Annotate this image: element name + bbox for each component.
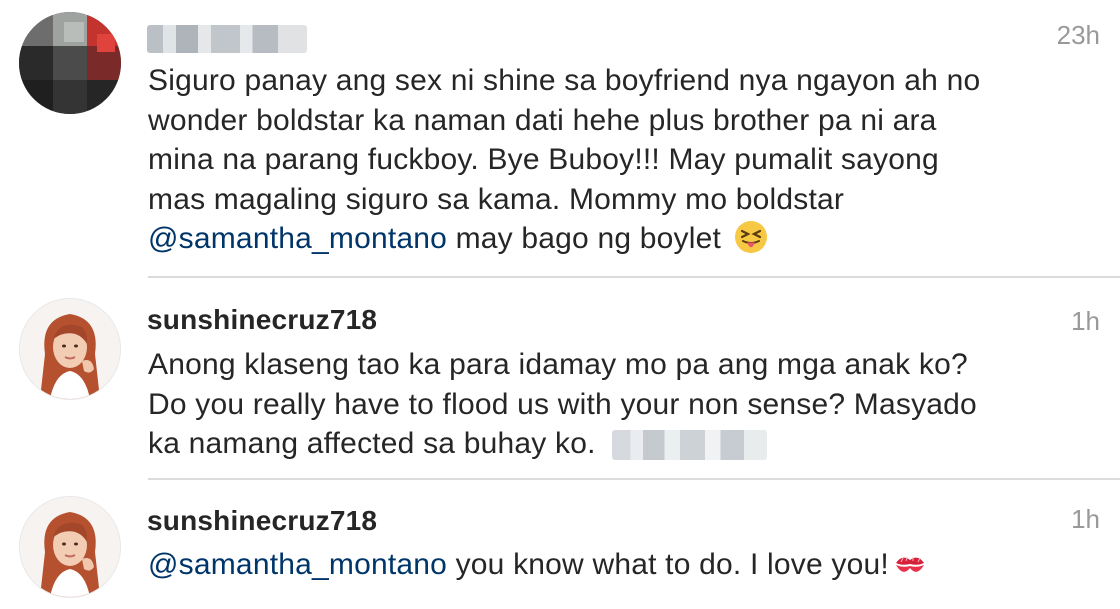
- comment-timestamp: 23h: [1056, 20, 1100, 50]
- comment-line: Anong klaseng tao ka para idamay mo pa a…: [148, 348, 968, 381]
- avatar[interactable]: [19, 496, 121, 598]
- redacted-mention: [611, 430, 767, 461]
- comment-text: @samantha_montano you know what to do. I…: [148, 545, 1108, 591]
- comment-2: sunshinecruz718 1h Anong klaseng tao ka …: [0, 278, 1120, 480]
- comment-timestamp: 1h: [1071, 504, 1100, 534]
- comment-line: mas magaling siguro sa kama. Mommy mo bo…: [148, 182, 845, 216]
- comment-3: sunshinecruz718 1h @samantha_montano you…: [0, 480, 1120, 609]
- comment-text: Siguro panay ang sex ni shine sa boyfrie…: [148, 61, 1108, 265]
- comment-timestamp: 1h: [1071, 306, 1100, 336]
- comment-line: wonder boldstar ka naman dati hehe plus …: [148, 103, 937, 137]
- comment-text-tail: may bago ng boylet: [447, 222, 722, 255]
- comment-line-mention: @samantha_montano may bago ng boylet: [148, 219, 1108, 265]
- comment-text-tail: you know what to do. I love you!: [447, 548, 889, 581]
- comment-line-text: ka namang affected sa buhay ko.: [148, 427, 596, 460]
- squinting-tongue-emoji-icon: [734, 220, 768, 265]
- mention-link[interactable]: @samantha_montano: [148, 548, 447, 581]
- mention-link[interactable]: @samantha_montano: [148, 222, 447, 255]
- comment-line-mention: @samantha_montano you know what to do. I…: [148, 545, 1108, 591]
- avatar-pixelated[interactable]: [19, 12, 121, 114]
- kiss-mark-emoji-icon: [893, 550, 927, 591]
- comment-username[interactable]: sunshinecruz718: [147, 304, 377, 336]
- comment-line: mina na parang fuckboy. Bye Buboy!!! May…: [148, 143, 939, 176]
- username-blurred[interactable]: [147, 25, 307, 53]
- comment-line: ka namang affected sa buhay ko.: [148, 424, 1108, 464]
- comment-username[interactable]: sunshinecruz718: [147, 505, 377, 537]
- avatar[interactable]: [19, 298, 121, 400]
- comment-line: Do you really have to flood us with your…: [148, 387, 977, 421]
- comment-1: 23h Siguro panay ang sex ni shine sa boy…: [0, 0, 1120, 278]
- comment-text: Anong klaseng tao ka para idamay mo pa a…: [148, 345, 1108, 464]
- comment-line: Siguro panay ang sex ni shine sa boyfrie…: [148, 64, 981, 97]
